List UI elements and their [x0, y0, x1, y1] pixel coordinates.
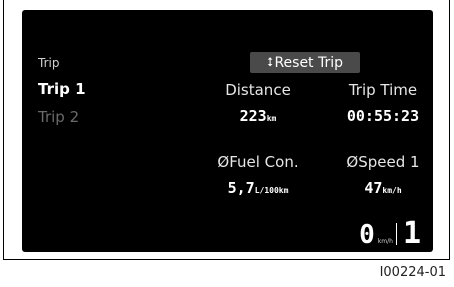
reset-trip-button[interactable]: ⭥ Reset Trip: [250, 52, 360, 73]
trip-time-value: 00:55:23: [346, 107, 420, 125]
sidebar-item-trip-1[interactable]: Trip 1: [38, 80, 86, 98]
trip-time-label: Trip Time: [348, 81, 418, 99]
figure-id: I00224-01: [379, 265, 446, 280]
up-down-arrow-icon: ⭥: [266, 55, 274, 69]
status-bar: 0 km/h 1: [359, 216, 421, 251]
reset-trip-label: Reset Trip: [274, 54, 344, 71]
gear-indicator: 1: [402, 216, 421, 251]
average-speed-value: 47km/h: [364, 179, 402, 197]
sidebar-item-trip-2[interactable]: Trip 2: [38, 108, 79, 126]
divider: [395, 223, 397, 245]
sidebar-header: Trip: [38, 56, 60, 70]
cluster-display: Trip Trip 1 Trip 2 ⭥ Reset Trip Distance…: [22, 10, 433, 252]
current-speed: 0: [359, 220, 375, 250]
speed-unit: km/h: [377, 238, 393, 245]
average-speed-label: ØSpeed 1: [346, 153, 420, 171]
